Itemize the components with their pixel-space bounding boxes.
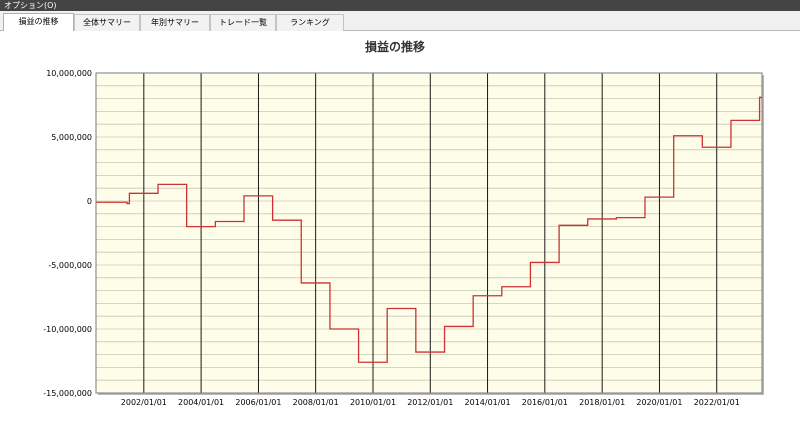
x-tick-label: 2004/01/01 — [178, 398, 224, 407]
x-tick-label: 2016/01/01 — [522, 398, 568, 407]
y-tick-label: -10,000,000 — [43, 325, 92, 334]
x-tick-label: 2002/01/01 — [121, 398, 167, 407]
x-tick-label: 2020/01/01 — [636, 398, 682, 407]
x-tick-label: 2010/01/01 — [350, 398, 396, 407]
x-tick-label: 2008/01/01 — [293, 398, 339, 407]
tab-pnl-trend[interactable]: 損益の推移 — [3, 13, 74, 32]
pnl-chart: 損益の推移 10,000,000 5,000,000 0 -5,000,000 -10,… — [43, 39, 764, 407]
x-tick-label: 2012/01/01 — [407, 398, 453, 407]
menu-options[interactable]: オプション(O) — [4, 1, 57, 10]
y-tick-label: -15,000,000 — [43, 389, 92, 398]
y-tick-label: 0 — [87, 197, 92, 206]
x-tick-label: 2022/01/01 — [694, 398, 740, 407]
chart-panel: 損益の推移 10,000,000 5,000,000 0 -5,000,000 -10,… — [0, 31, 800, 435]
tab-strip: 損益の推移 全体サマリー 年別サマリー トレード一覧 ランキング — [0, 11, 800, 32]
menu-bar: オプション(O) — [0, 0, 800, 11]
tab-ranking[interactable]: ランキング — [276, 14, 344, 31]
tab-overall-summary[interactable]: 全体サマリー — [74, 14, 140, 31]
x-axis-labels: 2002/01/01 2004/01/01 2006/01/01 2008/01/01… — [121, 398, 740, 407]
x-tick-label: 2014/01/01 — [465, 398, 511, 407]
y-tick-label: -5,000,000 — [48, 261, 92, 270]
x-tick-label: 2006/01/01 — [235, 398, 281, 407]
y-tick-label: 10,000,000 — [46, 69, 92, 78]
tab-yearly-summary[interactable]: 年別サマリー — [140, 14, 210, 31]
x-tick-label: 2018/01/01 — [579, 398, 625, 407]
y-axis-labels: 10,000,000 5,000,000 0 -5,000,000 -10,000,00… — [43, 69, 92, 398]
y-tick-label: 5,000,000 — [51, 133, 92, 142]
chart-title: 損益の推移 — [365, 39, 425, 54]
plot-area — [96, 73, 762, 393]
tab-trade-list[interactable]: トレード一覧 — [210, 14, 276, 31]
